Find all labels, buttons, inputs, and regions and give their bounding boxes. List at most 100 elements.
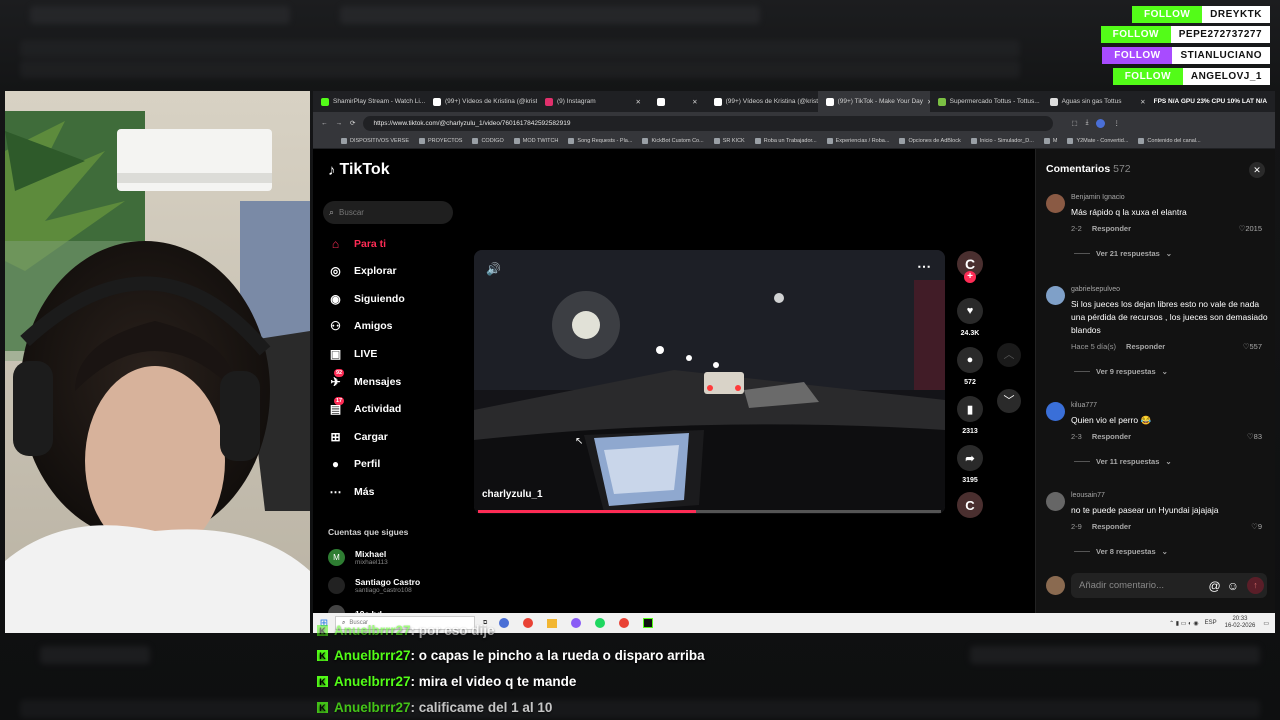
video-player[interactable]: 🔊 ⋯ charlyzulu_1: [474, 250, 945, 514]
nav-item[interactable]: ● Perfil: [328, 457, 380, 472]
video-author[interactable]: charlyzulu_1: [482, 489, 543, 500]
more-options-icon[interactable]: ⋯: [917, 258, 931, 275]
reply-button[interactable]: Responder: [1092, 432, 1131, 441]
nav-item[interactable]: ⋯ Más: [328, 484, 375, 499]
chrome-icon[interactable]: [523, 618, 534, 628]
reply-button[interactable]: Responder: [1092, 522, 1131, 531]
volume-icon[interactable]: 🔊: [486, 262, 501, 276]
back-icon[interactable]: ←: [321, 120, 328, 127]
next-video-button[interactable]: ﹀: [997, 389, 1021, 413]
following-item[interactable]: Santiago Castro santiago_castro108: [328, 577, 420, 594]
browser-tab[interactable]: ✕: [649, 91, 706, 112]
browser-tab[interactable]: Aguas sin gas Tottus ✕: [1042, 91, 1154, 112]
search-input[interactable]: Buscar: [339, 208, 364, 217]
bookmark-item[interactable]: SR KICK: [713, 138, 745, 144]
reply-button[interactable]: Responder: [1092, 224, 1131, 233]
comment-username[interactable]: gabrielsepulveo: [1071, 286, 1120, 293]
spotify-icon[interactable]: [595, 618, 606, 628]
reply-button[interactable]: Responder: [1126, 342, 1165, 351]
chat-username[interactable]: Anuelbrrr27: [334, 674, 411, 689]
comment-username[interactable]: Benjamin Ignacio: [1071, 194, 1125, 201]
url-field[interactable]: https://www.tiktok.com/@charlyzulu_1/vid…: [363, 115, 1054, 131]
bookmark-item[interactable]: Y2Mate - Convertid...: [1067, 138, 1128, 144]
nav-item[interactable]: ⚇ Amigos: [328, 319, 392, 334]
bookmark-item[interactable]: Roba un Trabajador...: [754, 138, 817, 144]
nav-item[interactable]: ⌂ Para ti: [328, 236, 386, 251]
reload-icon[interactable]: ⟳: [350, 119, 355, 127]
language-indicator[interactable]: ESP: [1205, 620, 1217, 626]
prev-video-button[interactable]: ︿: [997, 343, 1021, 367]
bookmark-item[interactable]: Opciones de AdBlock: [899, 138, 961, 144]
terminal-icon[interactable]: [643, 618, 654, 628]
like-action[interactable]: ♥ 24.3K: [957, 298, 983, 337]
download-icon[interactable]: ⤓: [1086, 119, 1089, 127]
comment-input[interactable]: Añadir comentario... @ ☺ ↑: [1071, 573, 1267, 598]
comment-like[interactable]: ♡2015: [1239, 224, 1262, 233]
nav-item[interactable]: ✈ 92 Mensajes: [328, 369, 401, 389]
extensions-icon[interactable]: ⬚: [1071, 119, 1077, 127]
search-box[interactable]: ⌕ Buscar: [323, 201, 453, 224]
browser-tab[interactable]: (99+) Vídeos de Kristina (@kristi...✕: [706, 91, 818, 112]
close-tab-icon[interactable]: ✕: [1140, 98, 1145, 106]
nav-item[interactable]: ◎ Explorar: [328, 264, 396, 279]
comment-action[interactable]: ● 572: [957, 347, 983, 386]
browser-tab[interactable]: (99+) TikTok - Make Your Day✕: [817, 91, 930, 112]
view-replies-button[interactable]: Ver 8 respuestas ⌄: [1074, 547, 1168, 556]
send-icon[interactable]: ↑: [1247, 577, 1264, 594]
comment-avatar[interactable]: [1046, 402, 1065, 421]
bookmark-item[interactable]: DISPOSITIVOS VERSE: [341, 138, 409, 144]
nav-item[interactable]: ◉ Siguiendo: [328, 291, 405, 306]
progress-track[interactable]: [478, 510, 941, 513]
comment-like[interactable]: ♡557: [1243, 342, 1262, 351]
share-icon[interactable]: ➦: [957, 445, 983, 471]
browser-tab[interactable]: Supermercado Tottus - Tottus...✕: [930, 91, 1042, 112]
browser-tab[interactable]: (9) Instagram ✕: [537, 91, 649, 112]
chat-username[interactable]: Anuelbrrr27: [334, 623, 411, 638]
folder-icon[interactable]: [547, 618, 558, 628]
heart-icon[interactable]: ♥: [957, 298, 983, 324]
chat-username[interactable]: Anuelbrrr27: [334, 648, 411, 663]
nav-item[interactable]: ▤ 17 Actividad: [328, 396, 401, 417]
emoji-icon[interactable]: ☺: [1227, 579, 1239, 593]
comment-avatar[interactable]: [1046, 286, 1065, 305]
close-tab-icon[interactable]: ✕: [692, 98, 697, 106]
music-disc[interactable]: C: [957, 492, 983, 518]
comment-like[interactable]: ♡9: [1251, 522, 1262, 531]
comment-username[interactable]: leousain77: [1071, 492, 1105, 499]
app-icon-1[interactable]: [499, 618, 510, 628]
menu-icon[interactable]: ⋮: [1113, 119, 1120, 127]
bookmark-item[interactable]: MOD TWITCH: [513, 138, 558, 144]
following-item[interactable]: M Mixhael mixhael113: [328, 549, 388, 566]
follow-plus-icon[interactable]: +: [964, 271, 976, 283]
view-replies-button[interactable]: Ver 21 respuestas ⌄: [1074, 249, 1172, 258]
bookmark-item[interactable]: Inicio - Simulador_D...: [970, 138, 1034, 144]
profile-icon[interactable]: [1096, 118, 1106, 128]
browser-tab[interactable]: (99+) Vídeos de Kristina (@kristi...✕: [425, 91, 537, 112]
bookmark-icon[interactable]: ▮: [957, 396, 983, 422]
forward-icon[interactable]: →: [336, 120, 343, 127]
close-icon[interactable]: ✕: [1249, 162, 1265, 178]
bookmark-item[interactable]: PROYECTOS: [419, 138, 462, 144]
bookmark-item[interactable]: KickBot Custom Co...: [642, 138, 704, 144]
close-tab-icon[interactable]: ✕: [636, 98, 641, 106]
bookmark-item[interactable]: Contenido del canal...: [1138, 138, 1201, 144]
app-icon-2[interactable]: [571, 618, 582, 628]
chrome-icon-2[interactable]: [619, 618, 630, 628]
bookmark-item[interactable]: Song Requests - Pla...: [568, 138, 632, 144]
comment-like[interactable]: ♡83: [1247, 432, 1262, 441]
view-replies-button[interactable]: Ver 11 respuestas ⌄: [1074, 457, 1172, 466]
comment-avatar[interactable]: [1046, 194, 1065, 213]
bookmark-item[interactable]: M: [1043, 138, 1057, 144]
comment-avatar[interactable]: [1046, 492, 1065, 511]
save-action[interactable]: ▮ 2313: [957, 396, 983, 435]
tiktok-logo[interactable]: ♪ TikTok: [328, 161, 390, 179]
mention-icon[interactable]: @: [1209, 579, 1221, 593]
tray-icons[interactable]: ⌃ ▮ ▭ ◐ ◉: [1169, 620, 1199, 627]
clock[interactable]: 20:33 16-02-2026: [1225, 616, 1256, 630]
bookmark-item[interactable]: Experiencias / Roba...: [826, 138, 889, 144]
chat-username[interactable]: Anuelbrrr27: [334, 700, 411, 715]
nav-item[interactable]: ⊞ Cargar: [328, 429, 387, 444]
creator-avatar[interactable]: C +: [957, 251, 983, 283]
comment-username[interactable]: kilua777: [1071, 402, 1097, 409]
bookmark-item[interactable]: CODIGO: [472, 138, 504, 144]
